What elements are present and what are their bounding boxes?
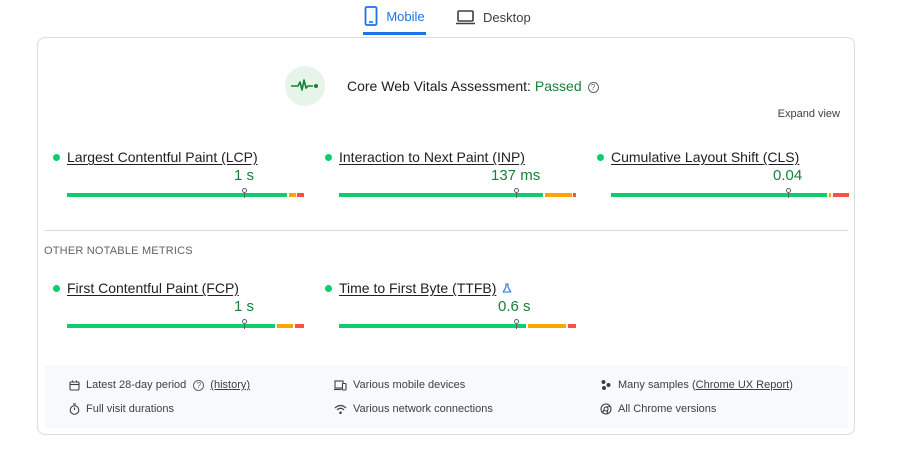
smartphone-icon: [364, 6, 378, 26]
metric-cls: Cumulative Layout Shift (CLS) 0.04: [597, 148, 849, 198]
devices-info: Various mobile devices: [334, 378, 465, 392]
samples-prefix: Many samples (: [618, 379, 696, 391]
chrome-icon: [600, 403, 612, 415]
metric-lcp-name[interactable]: Largest Contentful Paint (LCP): [67, 149, 258, 165]
assessment-label: Core Web Vitals Assessment:: [347, 78, 531, 94]
vitals-card: Core Web Vitals Assessment: Passed? Expan…: [37, 37, 855, 435]
metric-fcp-value: 1 s: [234, 298, 255, 315]
metric-inp: Interaction to Next Paint (INP) 137 ms: [325, 148, 577, 198]
metric-ttfb-value: 0.6 s: [498, 298, 531, 315]
period-label: Latest 28-day period: [86, 379, 187, 391]
history-link[interactable]: (history): [210, 379, 250, 391]
metric-lcp-distribution-bar: [67, 188, 304, 198]
help-icon[interactable]: ?: [587, 82, 599, 93]
tab-mobile-label: Mobile: [386, 8, 425, 24]
percentile-marker: [242, 319, 247, 324]
metric-fcp: First Contentful Paint (FCP) 1 s: [53, 279, 305, 329]
percentile-marker: [514, 319, 519, 324]
assessment-status: Passed: [534, 78, 582, 94]
samples-info: Many samples (Chrome UX Report): [600, 378, 793, 392]
metric-cls-name[interactable]: Cumulative Layout Shift (CLS): [611, 149, 799, 165]
status-dot: [53, 153, 60, 161]
chrome-versions-info: All Chrome versions: [600, 402, 716, 416]
samples-suffix: ): [789, 379, 793, 391]
metric-ttfb-name[interactable]: Time to First Byte (TTFB): [339, 280, 496, 296]
tab-desktop[interactable]: Desktop: [456, 0, 531, 35]
chrome-versions-label: All Chrome versions: [618, 403, 717, 415]
durations-info: Full visit durations: [69, 402, 174, 416]
period-help-icon[interactable]: ?: [193, 379, 205, 391]
devices-label: Various mobile devices: [353, 379, 466, 391]
metric-inp-value: 137 ms: [491, 167, 541, 184]
metric-fcp-distribution-bar: [67, 319, 304, 329]
data-source-panel: Latest 28-day period ? (history) Full vi…: [45, 366, 848, 428]
calendar-icon: [69, 380, 80, 391]
laptop-icon: [456, 10, 475, 25]
metric-lcp: Largest Contentful Paint (LCP) 1 s: [53, 148, 305, 198]
status-dot: [53, 284, 60, 292]
other-metrics-heading: OTHER NOTABLE METRICS: [44, 245, 193, 257]
wifi-icon: [334, 404, 347, 414]
status-dot: [325, 153, 332, 161]
metric-fcp-name[interactable]: First Contentful Paint (FCP): [67, 280, 239, 296]
percentile-marker: [514, 188, 519, 193]
metric-lcp-value: 1 s: [234, 167, 255, 184]
metric-cls-distribution-bar: [611, 188, 849, 198]
status-dot: [597, 153, 604, 161]
network-info: Various network connections: [334, 402, 493, 416]
chrome-ux-report-link[interactable]: Chrome UX Report: [696, 379, 790, 391]
devices-icon: [334, 379, 347, 391]
tab-mobile[interactable]: Mobile: [363, 0, 426, 35]
metric-inp-name[interactable]: Interaction to Next Paint (INP): [339, 149, 525, 165]
expand-view-link[interactable]: Expand view: [778, 108, 840, 120]
stopwatch-icon: [69, 403, 80, 415]
assessment-title: Core Web Vitals Assessment: Passed?: [347, 78, 599, 94]
percentile-marker: [786, 188, 791, 193]
assessment-badge: [285, 66, 325, 106]
assessment-header: Core Web Vitals Assessment: Passed?: [285, 66, 599, 106]
status-dot: [325, 284, 332, 292]
flask-icon: [503, 283, 512, 293]
durations-label: Full visit durations: [86, 403, 175, 415]
tab-desktop-label: Desktop: [483, 10, 531, 25]
pulse-icon: [291, 79, 318, 91]
device-tabs: Mobile Desktop: [0, 0, 900, 36]
percentile-marker: [242, 188, 247, 193]
section-divider: [44, 230, 848, 231]
metric-ttfb: Time to First Byte (TTFB) 0.6 s: [325, 279, 577, 329]
metric-inp-distribution-bar: [339, 188, 576, 198]
period-info: Latest 28-day period ? (history): [69, 378, 250, 392]
network-label: Various network connections: [353, 403, 493, 415]
users-icon: [601, 380, 611, 390]
metric-cls-value: 0.04: [773, 167, 803, 184]
metric-ttfb-distribution-bar: [339, 319, 576, 329]
